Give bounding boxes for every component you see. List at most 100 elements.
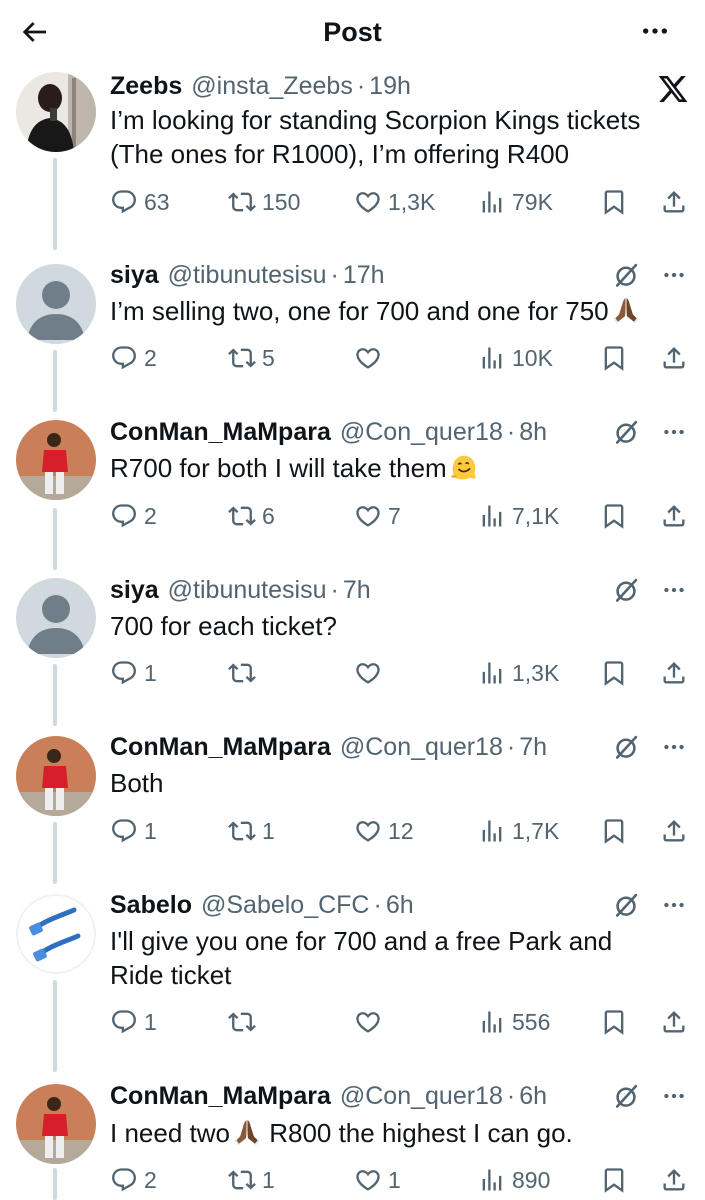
views-icon — [478, 188, 506, 216]
views-button[interactable]: 1,3K — [478, 653, 559, 693]
thread-line — [53, 158, 57, 250]
grok-button[interactable] — [611, 260, 641, 290]
views-button[interactable]: 890 — [478, 1160, 550, 1200]
display-name[interactable]: ConMan_MaMpara — [110, 418, 331, 447]
separator-dot: · — [506, 417, 516, 446]
avatar[interactable] — [16, 894, 96, 974]
share-button[interactable] — [660, 811, 688, 851]
tweet-more-button[interactable] — [659, 260, 689, 290]
share-button[interactable] — [660, 496, 688, 536]
separator-dot: · — [373, 890, 382, 919]
like-button[interactable]: 7 — [354, 496, 401, 536]
timestamp[interactable]: 6h — [386, 891, 414, 920]
user-handle[interactable]: @Con_quer18 — [340, 1082, 503, 1111]
reply-button[interactable]: 2 — [110, 496, 157, 536]
heart-icon — [354, 1166, 382, 1194]
reply-button[interactable]: 1 — [110, 653, 157, 693]
timestamp[interactable]: 8h — [519, 418, 547, 447]
display-name[interactable]: ConMan_MaMpara — [110, 733, 331, 762]
bookmark-button[interactable] — [600, 1160, 628, 1200]
like-button[interactable] — [354, 338, 388, 378]
user-handle[interactable]: @tibunutesisu — [168, 261, 327, 290]
user-handle[interactable]: @Con_quer18 — [340, 418, 503, 447]
reply-button[interactable]: 2 — [110, 1160, 157, 1200]
more-horizontal-icon — [661, 734, 687, 760]
views-button[interactable]: 7,1K — [478, 496, 559, 536]
tweet-more-button[interactable] — [659, 575, 689, 605]
like-button[interactable]: 12 — [354, 811, 414, 851]
reply-icon — [110, 659, 138, 687]
tweet-header: siya @tibunutesisu · 17h — [110, 257, 689, 293]
display-name[interactable]: Zeebs — [110, 72, 182, 101]
retweet-button[interactable]: 150 — [228, 182, 300, 222]
bookmark-button[interactable] — [600, 338, 628, 378]
avatar[interactable] — [16, 1084, 96, 1164]
share-button[interactable] — [660, 1002, 688, 1042]
reply-button[interactable]: 63 — [110, 182, 170, 222]
display-name[interactable]: siya — [110, 261, 159, 290]
bookmark-button[interactable] — [600, 182, 628, 222]
avatar[interactable] — [16, 420, 96, 500]
timestamp[interactable]: 7h — [519, 733, 547, 762]
tweet-more-button[interactable] — [659, 732, 689, 762]
views-button[interactable]: 1,7K — [478, 811, 559, 851]
avatar[interactable] — [16, 736, 96, 816]
tweet-more-button[interactable] — [659, 417, 689, 447]
grok-button[interactable] — [611, 417, 641, 447]
header-icons — [611, 414, 689, 450]
retweet-count: 6 — [262, 502, 275, 529]
retweet-button[interactable]: 1 — [228, 811, 275, 851]
grok-button[interactable] — [611, 1081, 641, 1111]
tweet-more-button[interactable] — [659, 1081, 689, 1111]
like-button[interactable] — [354, 1002, 388, 1042]
reply-button[interactable]: 2 — [110, 338, 157, 378]
timestamp[interactable]: 7h — [343, 576, 371, 605]
user-handle[interactable]: @Sabelo_CFC — [201, 891, 370, 920]
grok-button[interactable] — [611, 575, 641, 605]
timestamp[interactable]: 19h — [369, 72, 411, 101]
heart-icon — [354, 188, 382, 216]
bookmark-button[interactable] — [600, 653, 628, 693]
avatar[interactable] — [16, 72, 96, 152]
tweet-text-content: I’m selling two, one for 700 and one for… — [110, 296, 609, 326]
like-button[interactable]: 1 — [354, 1160, 401, 1200]
share-button[interactable] — [660, 1160, 688, 1200]
user-handle[interactable]: @Con_quer18 — [340, 733, 503, 762]
share-button[interactable] — [660, 653, 688, 693]
share-button[interactable] — [660, 182, 688, 222]
bookmark-icon — [600, 1166, 628, 1194]
user-handle[interactable]: @tibunutesisu — [168, 576, 327, 605]
like-button[interactable] — [354, 653, 388, 693]
bookmark-button[interactable] — [600, 1002, 628, 1042]
retweet-button[interactable]: 1 — [228, 1160, 275, 1200]
reply-button[interactable]: 1 — [110, 811, 157, 851]
user-handle[interactable]: @insta_Zeebs — [191, 72, 353, 101]
avatar[interactable] — [16, 264, 96, 344]
bookmark-icon — [600, 502, 628, 530]
share-icon — [660, 659, 688, 687]
grok-button[interactable] — [611, 890, 641, 920]
bookmark-button[interactable] — [600, 811, 628, 851]
share-button[interactable] — [660, 338, 688, 378]
display-name[interactable]: ConMan_MaMpara — [110, 1082, 331, 1111]
like-count: 1 — [388, 1166, 401, 1193]
display-name[interactable]: siya — [110, 576, 159, 605]
like-button[interactable]: 1,3K — [354, 182, 435, 222]
views-button[interactable]: 556 — [478, 1002, 550, 1042]
views-button[interactable]: 10K — [478, 338, 553, 378]
tweet-more-button[interactable] — [659, 890, 689, 920]
timestamp[interactable]: 6h — [519, 1082, 547, 1111]
reply-button[interactable]: 1 — [110, 1002, 157, 1042]
display-name[interactable]: Sabelo — [110, 891, 192, 920]
grok-button[interactable] — [611, 732, 641, 762]
views-icon — [478, 1008, 506, 1036]
retweet-button[interactable] — [228, 1002, 262, 1042]
views-button[interactable]: 79K — [478, 182, 553, 222]
avatar[interactable] — [16, 578, 96, 658]
more-options-button[interactable] — [635, 18, 675, 48]
timestamp[interactable]: 17h — [343, 261, 385, 290]
retweet-button[interactable]: 5 — [228, 338, 275, 378]
retweet-button[interactable]: 6 — [228, 496, 275, 536]
bookmark-button[interactable] — [600, 496, 628, 536]
retweet-button[interactable] — [228, 653, 262, 693]
